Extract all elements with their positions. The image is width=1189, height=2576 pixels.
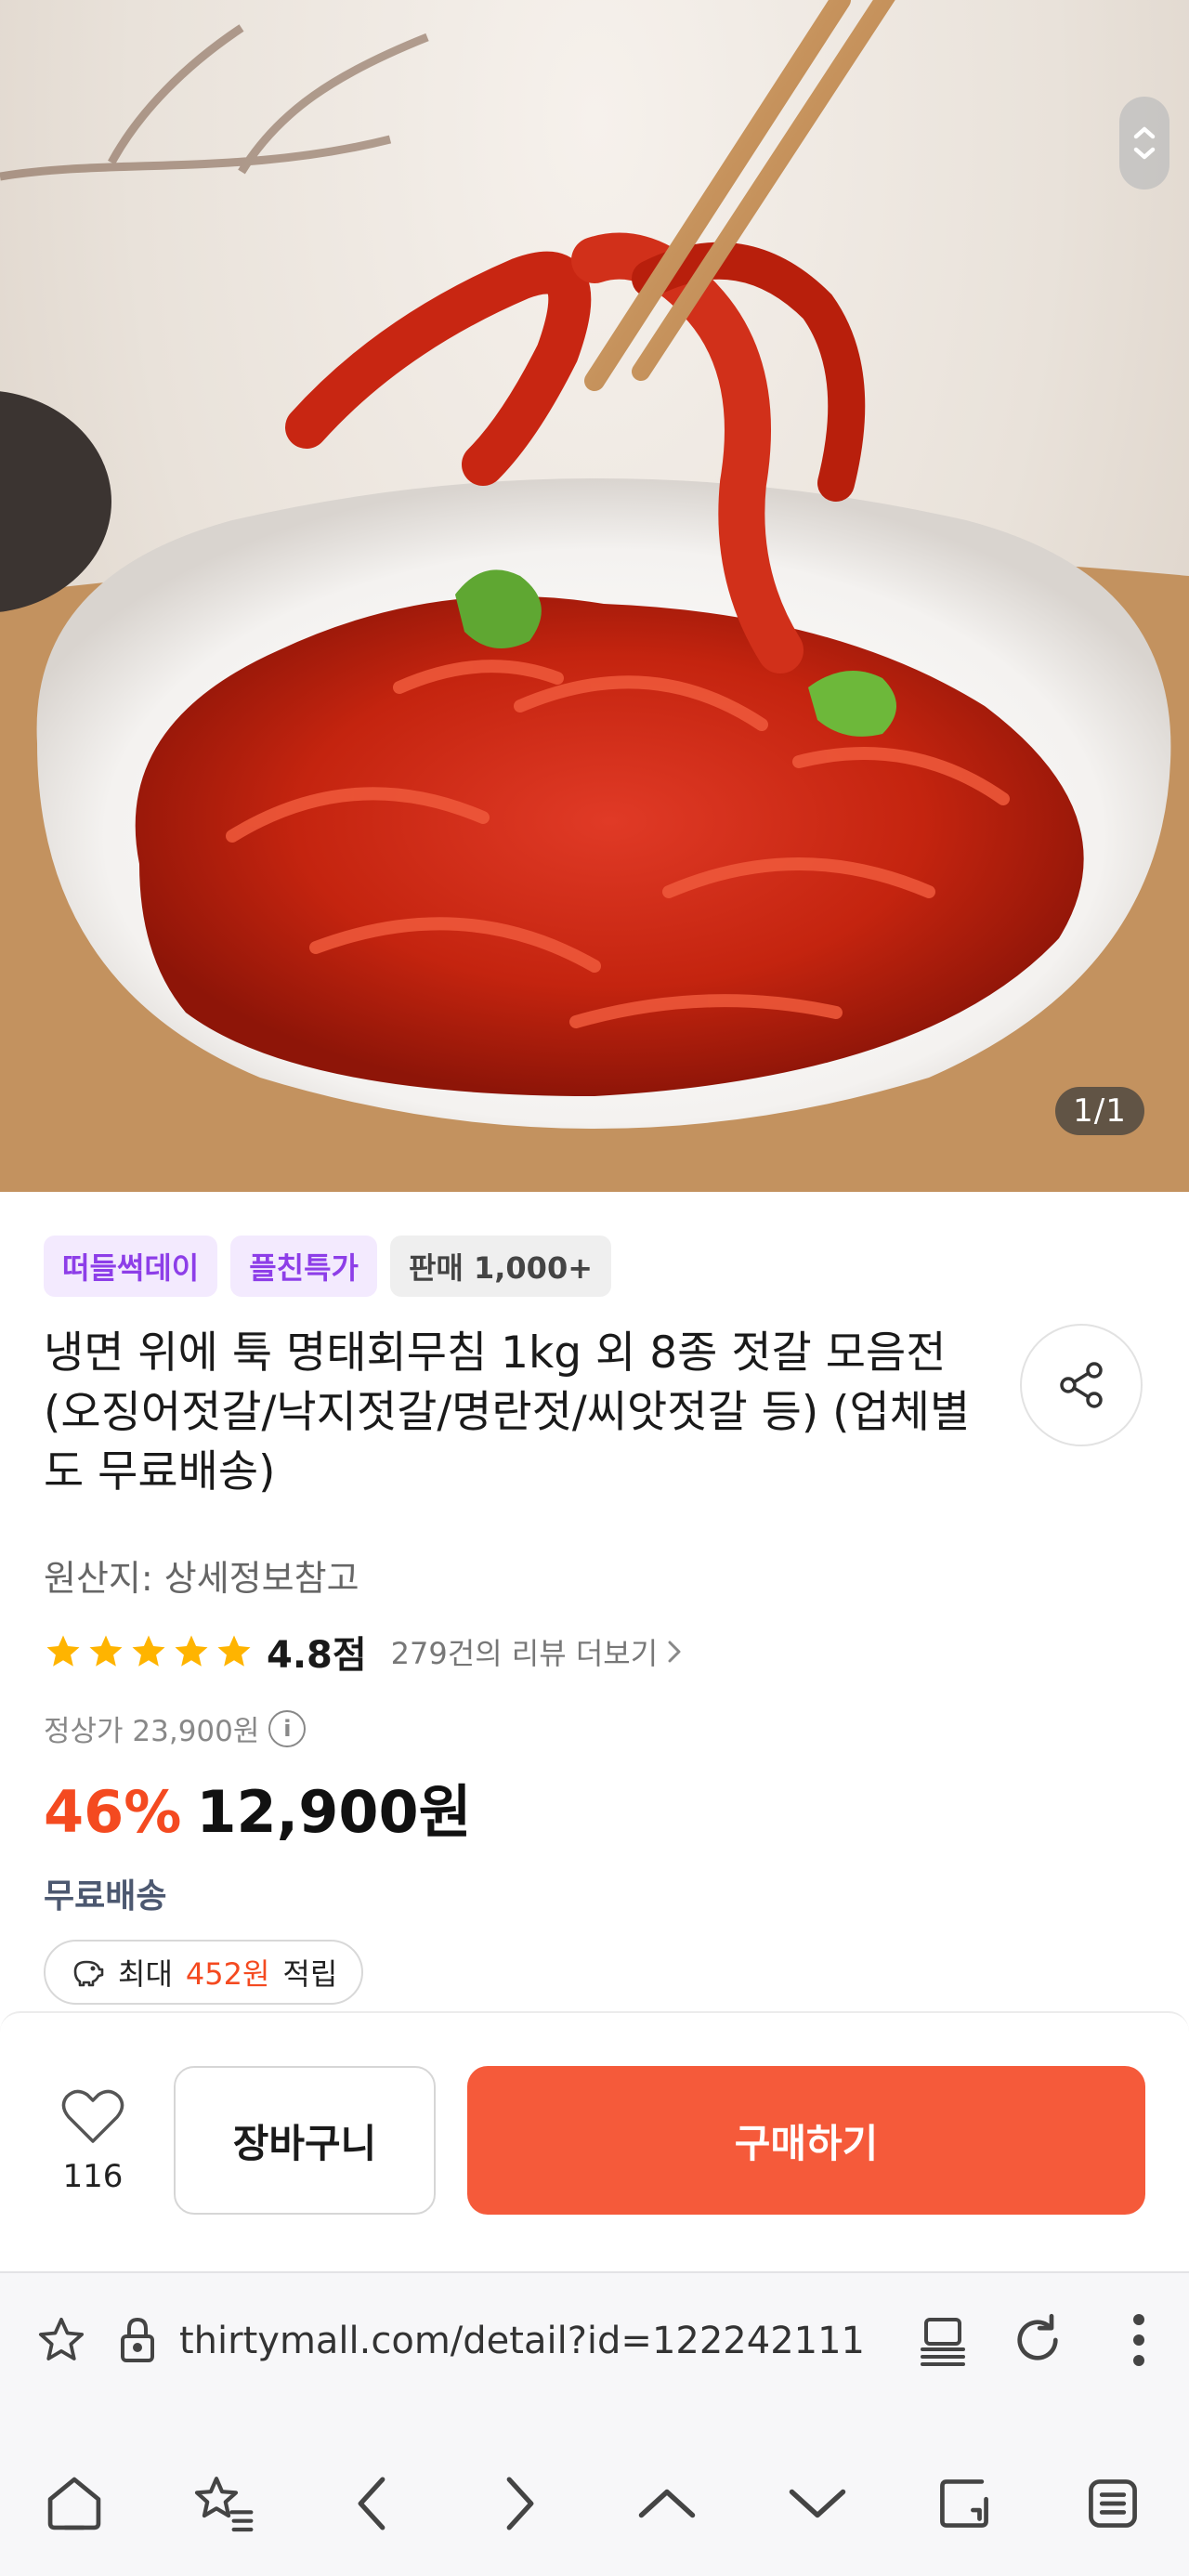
rating-stars [44, 1632, 254, 1671]
like-button[interactable]: 116 [50, 2087, 136, 2195]
scroll-up-icon[interactable] [632, 2468, 702, 2539]
scroll-handle[interactable] [1119, 97, 1169, 190]
points-badge: 최대 452원 적립 [44, 1940, 364, 2005]
points-suffix: 적립 [282, 1956, 338, 1992]
star-icon [46, 1635, 80, 1667]
buy-now-button[interactable]: 구매하기 [467, 2066, 1145, 2215]
list-price-text: 정상가 23,900원 [44, 1715, 260, 1748]
image-page-counter: 1/1 [1055, 1087, 1144, 1135]
forward-icon[interactable] [485, 2468, 555, 2539]
menu-icon[interactable] [1078, 2468, 1148, 2539]
badge-friend-special[interactable]: 플친특가 [230, 1236, 377, 1297]
refresh-icon[interactable] [1010, 2312, 1065, 2368]
rating-score: 4.8점 [267, 1634, 367, 1677]
purchase-bar: 116 장바구니 구매하기 [0, 2011, 1189, 2271]
url-text[interactable]: thirtymall.com/detail?id=122242111 [179, 2320, 865, 2362]
star-icon [217, 1635, 251, 1667]
star-icon [132, 1635, 165, 1667]
product-image[interactable]: 1/1 [0, 0, 1189, 1192]
points-amount: 452원 [185, 1956, 270, 1992]
chevron-up-icon [1133, 126, 1156, 139]
badge-list: 떠들썩데이 플친특가 판매 1,000+ [44, 1236, 612, 1297]
star-icon [89, 1635, 123, 1667]
discount-rate: 46% [44, 1778, 182, 1846]
points-prefix: 최대 [118, 1956, 173, 1992]
reader-mode-icon[interactable] [915, 2312, 971, 2368]
scroll-down-icon[interactable] [782, 2468, 853, 2539]
like-count: 116 [62, 2158, 124, 2195]
share-icon [1060, 1362, 1103, 1408]
lock-icon[interactable] [110, 2312, 165, 2368]
sale-price: 12,900원 [196, 1778, 472, 1846]
chevron-down-icon [1133, 147, 1156, 160]
tabs-icon[interactable] [929, 2468, 1000, 2539]
back-icon[interactable] [336, 2468, 407, 2539]
add-to-cart-button[interactable]: 장바구니 [174, 2066, 436, 2215]
review-link[interactable]: 279건의 리뷰 더보기 [391, 1630, 685, 1673]
rating-row: 4.8점 279건의 리뷰 더보기 [44, 1628, 685, 1677]
product-title: 냉면 위에 툭 명태회무침 1kg 외 8종 젓갈 모음전(오징어젓갈/낙지젓갈… [44, 1327, 971, 1497]
more-options-icon[interactable] [1111, 2312, 1167, 2368]
review-link-label: 279건의 리뷰 더보기 [390, 1636, 659, 1671]
bookmark-star-icon[interactable] [33, 2312, 89, 2368]
list-price: 정상가 23,900원 i [44, 1707, 307, 1749]
chevron-right-icon [668, 1641, 681, 1663]
badge-sales-count: 판매 1,000+ [389, 1236, 612, 1297]
piggy-bank-icon [73, 1960, 104, 1987]
browser-nav-bar [0, 2450, 1189, 2570]
address-bar[interactable]: thirtymall.com/detail?id=122242111 [0, 2273, 1189, 2413]
info-icon[interactable]: i [268, 1709, 307, 1747]
badge-festival-day[interactable]: 떠들썩데이 [44, 1236, 218, 1297]
price-row: 46% 12,900원 [44, 1765, 472, 1849]
share-button[interactable] [1020, 1324, 1143, 1446]
star-icon [175, 1635, 208, 1667]
product-photo [0, 0, 1189, 1192]
shipping-info: 무료배송 [44, 1877, 167, 1916]
browser-chrome: thirtymall.com/detail?id=122242111 [0, 2271, 1189, 2576]
home-icon[interactable] [39, 2468, 110, 2539]
product-origin: 원산지: 상세정보참고 [44, 1558, 359, 1599]
bookmarks-icon[interactable] [188, 2468, 258, 2539]
heart-icon [61, 2089, 124, 2143]
